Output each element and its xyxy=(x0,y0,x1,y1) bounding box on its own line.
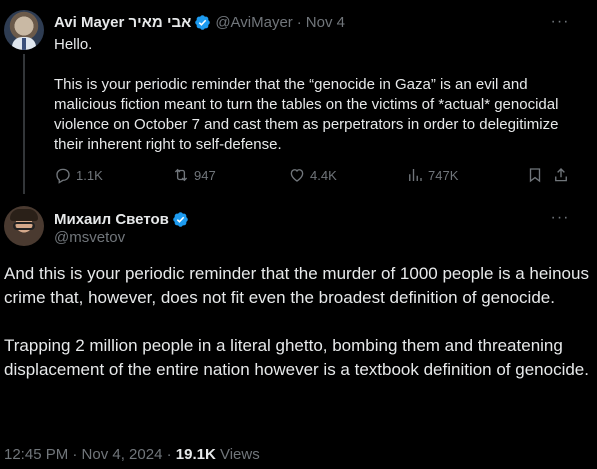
views-button[interactable]: 747K xyxy=(406,165,458,185)
reply-button[interactable]: 1.1K xyxy=(54,165,103,185)
like-icon xyxy=(290,169,304,182)
tweet-timestamp[interactable]: 12:45 PM · Nov 4, 2024 · xyxy=(4,446,172,463)
reply-icon xyxy=(56,168,70,184)
repost-icon xyxy=(174,168,188,182)
tweet-actions: 1.1K 947 4.4K 747K xyxy=(54,165,574,185)
tweet-body: This is your periodic reminder that the … xyxy=(54,76,559,153)
author-handle[interactable]: @msvetov xyxy=(54,229,125,246)
share-button[interactable] xyxy=(552,165,570,185)
bookmark-button[interactable] xyxy=(526,165,544,185)
views-count: 747K xyxy=(428,167,459,183)
verified-badge-icon xyxy=(195,14,211,30)
parent-tweet[interactable]: Avi Mayer אבי מאיר @AviMayer · Nov 4 ···… xyxy=(0,0,597,200)
like-button[interactable]: 4.4K xyxy=(288,165,337,185)
author-handle[interactable]: @AviMayer xyxy=(215,14,292,31)
repost-count: 947 xyxy=(194,167,216,183)
reply-count: 1.1K xyxy=(76,167,103,183)
views-label: Views xyxy=(219,446,260,463)
avatar[interactable] xyxy=(4,10,44,50)
tweet-text: And this is your periodic reminder that … xyxy=(4,262,592,382)
tweet-header: Михаил Светов xyxy=(54,209,189,229)
bookmark-icon xyxy=(529,168,541,183)
separator: · xyxy=(296,13,302,31)
share-icon xyxy=(555,168,567,182)
thread-connector-line xyxy=(23,54,25,194)
avatar[interactable] xyxy=(4,206,44,246)
tweet-metadata: 12:45 PM · Nov 4, 2024 · 19.1K Views xyxy=(4,446,260,463)
author-name[interactable]: Михаил Светов xyxy=(54,211,169,228)
tweet-paragraph: And this is your periodic reminder that … xyxy=(4,264,589,307)
verified-badge-icon xyxy=(173,211,188,227)
author-name[interactable]: Avi Mayer אבי מאיר xyxy=(54,14,191,31)
view-count: 19.1K xyxy=(175,446,216,463)
tweet-header: Avi Mayer אבי מאיר @AviMayer · Nov 4 xyxy=(54,12,345,32)
repost-button[interactable]: 947 xyxy=(172,165,216,185)
tweet-greeting: Hello. xyxy=(54,36,93,53)
more-icon[interactable]: ··· xyxy=(550,208,570,228)
tweet-paragraph: Trapping 2 million people in a literal g… xyxy=(4,336,589,379)
more-icon[interactable]: ··· xyxy=(550,12,570,32)
tweet-text: Hello. This is your periodic reminder th… xyxy=(54,35,584,155)
like-count: 4.4K xyxy=(310,167,337,183)
views-icon xyxy=(409,169,422,181)
tweet-date[interactable]: Nov 4 xyxy=(306,14,345,31)
